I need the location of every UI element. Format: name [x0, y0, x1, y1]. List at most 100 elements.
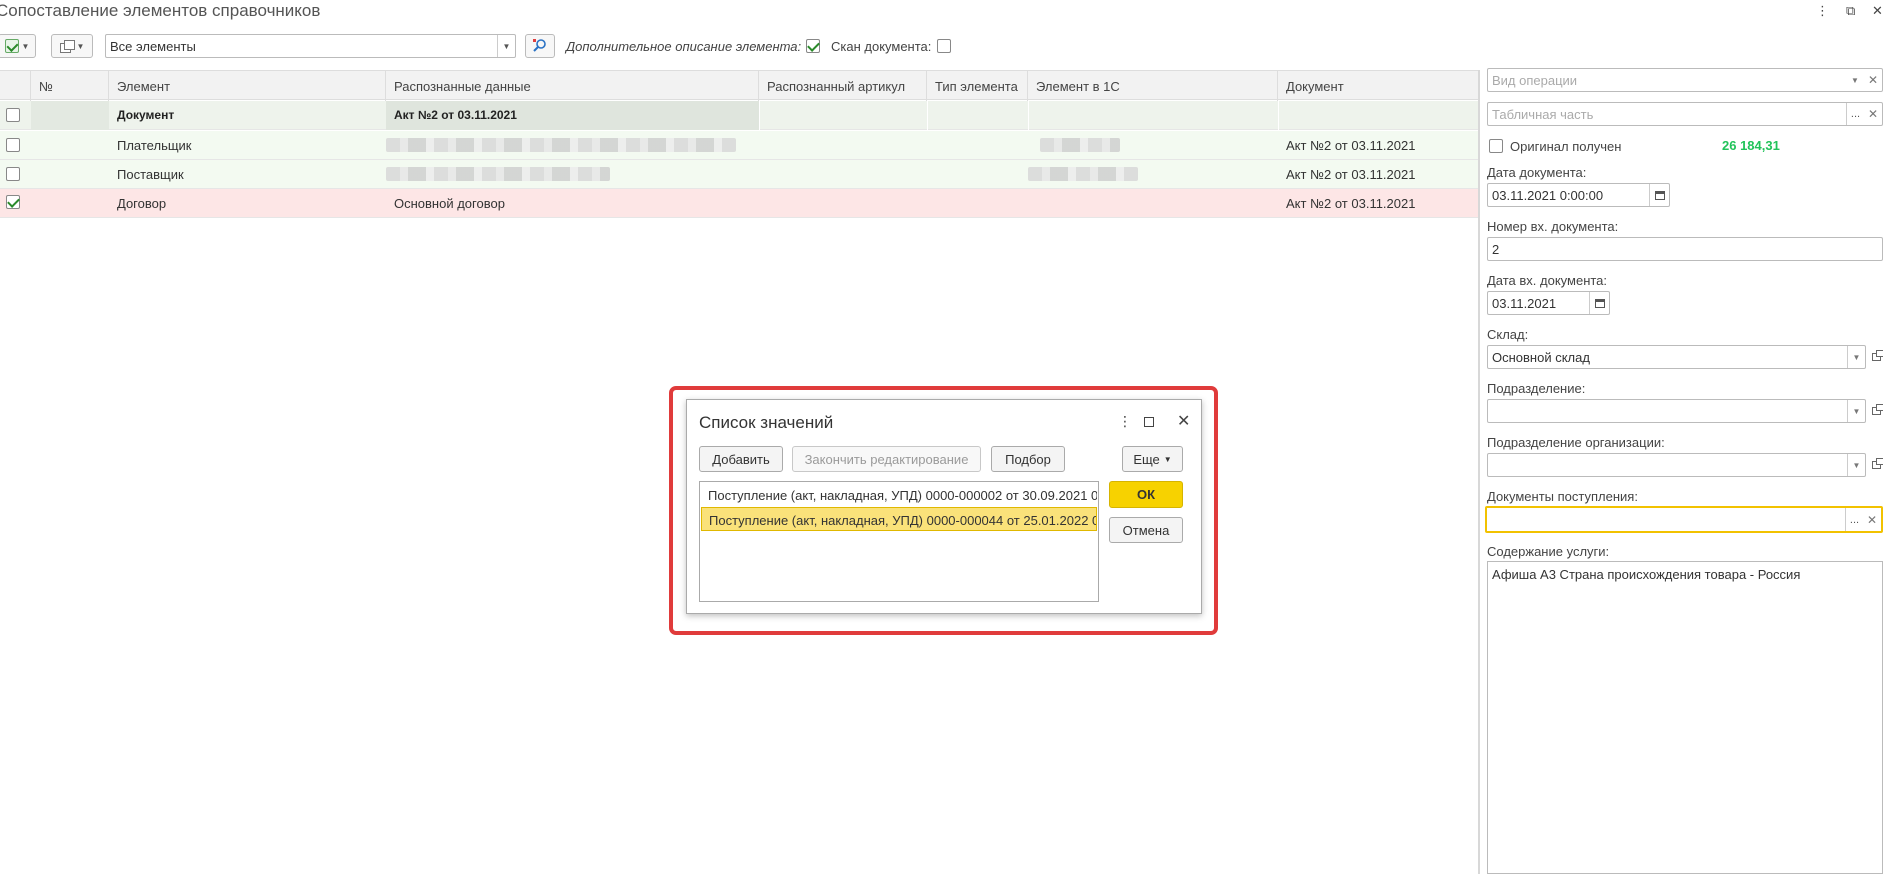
toolbar: ▼ ▼ Все элементы ▼ Дополнительное описан…	[0, 34, 1470, 60]
scan-checkbox[interactable]	[937, 39, 951, 53]
ellipsis-icon[interactable]: ...	[1845, 508, 1863, 531]
more-icon[interactable]: ⋮	[1816, 3, 1829, 19]
chevron-down-icon[interactable]: ▼	[1846, 69, 1864, 91]
check-all-button[interactable]: ▼	[0, 34, 36, 58]
operation-type-placeholder: Вид операции	[1492, 73, 1578, 88]
chevron-down-icon[interactable]: ▼	[497, 35, 515, 57]
table-row[interactable]: Плательщик Акт №2 от 03.11.2021	[0, 131, 1478, 160]
row-article	[759, 101, 927, 130]
details-panel: Вид операции ▼ ✕ Табличная часть ... ✕ О…	[1485, 68, 1883, 874]
in-date-value: 03.11.2021	[1492, 296, 1557, 311]
service-value: Афиша А3 Страна происхождения товара - Р…	[1492, 567, 1801, 582]
column-header-element[interactable]: Элемент	[109, 71, 386, 101]
calendar-icon[interactable]	[1589, 292, 1609, 314]
ok-button[interactable]: ОК	[1109, 481, 1183, 508]
open-icon[interactable]	[1869, 457, 1883, 473]
value-list[interactable]: Поступление (акт, накладная, УПД) 0000-0…	[699, 481, 1099, 602]
row-document: Акт №2 от 03.11.2021	[1286, 167, 1416, 182]
more-button-label: Еще	[1133, 451, 1160, 467]
chevron-down-icon[interactable]: ▼	[1847, 454, 1865, 476]
row-element: Поставщик	[117, 167, 184, 182]
row-recognized: Акт №2 от 03.11.2021	[386, 101, 759, 130]
list-item[interactable]: Поступление (акт, накладная, УПД) 0000-0…	[701, 483, 1097, 507]
table-part-field[interactable]: Табличная часть ... ✕	[1487, 102, 1883, 126]
chevron-down-icon[interactable]: ▼	[1847, 400, 1865, 422]
original-received-checkbox[interactable]	[1489, 139, 1503, 153]
row-document	[1278, 101, 1478, 130]
window-title: Сопоставление элементов справочников	[0, 1, 321, 20]
operation-type-field[interactable]: Вид операции ▼ ✕	[1487, 68, 1883, 92]
filter-select[interactable]: Все элементы ▼	[105, 34, 516, 58]
table-header: № Элемент Распознанные данные Распознанн…	[0, 70, 1478, 101]
row-number	[31, 101, 109, 130]
more-button[interactable]: Еще ▼	[1122, 446, 1183, 472]
chevron-down-icon[interactable]: ▼	[1847, 346, 1865, 368]
copy-icon	[59, 40, 75, 53]
in-number-label: Номер вх. документа:	[1487, 219, 1619, 234]
panel-splitter[interactable]	[1478, 70, 1480, 874]
redacted-element-1c	[1040, 138, 1120, 152]
in-date-field[interactable]: 03.11.2021	[1487, 291, 1610, 315]
close-icon[interactable]: ✕	[1177, 411, 1190, 431]
org-division-label: Подразделение организации:	[1487, 435, 1665, 450]
row-element-1c	[1028, 101, 1278, 130]
row-checkbox[interactable]	[6, 138, 20, 152]
doc-date-label: Дата документа:	[1487, 165, 1587, 180]
search-icon	[533, 39, 546, 52]
clear-icon[interactable]: ✕	[1863, 508, 1881, 531]
row-element: Плательщик	[117, 138, 192, 153]
chevron-down-icon: ▼	[76, 41, 85, 51]
close-icon[interactable]: ✕	[1872, 3, 1883, 19]
find-button[interactable]	[525, 34, 555, 58]
title-bar: Сопоставление элементов справочников ⋮ ⧉…	[0, 0, 1883, 26]
cancel-button[interactable]: Отмена	[1109, 517, 1183, 543]
warehouse-field[interactable]: Основной склад ▼	[1487, 345, 1866, 369]
more-icon[interactable]: ⋮	[1118, 413, 1132, 430]
clear-icon[interactable]: ✕	[1864, 69, 1882, 91]
table-row[interactable]: Договор Основной договор Акт №2 от 03.11…	[0, 189, 1478, 218]
org-division-field[interactable]: ▼	[1487, 453, 1866, 477]
in-number-field[interactable]: 2	[1487, 237, 1883, 261]
extra-description-label: Дополнительное описание элемента:	[566, 39, 802, 54]
scan-label: Скан документа:	[831, 39, 932, 54]
row-checkbox[interactable]	[6, 195, 20, 209]
maximize-icon[interactable]	[1144, 414, 1154, 430]
receipts-field[interactable]: ... ✕	[1485, 506, 1883, 533]
receipts-label: Документы поступления:	[1487, 489, 1638, 504]
list-item-selected[interactable]: Поступление (акт, накладная, УПД) 0000-0…	[701, 507, 1097, 531]
row-checkbox[interactable]	[6, 108, 20, 122]
open-icon[interactable]	[1869, 349, 1883, 365]
chevron-down-icon: ▼	[21, 41, 30, 51]
column-header-type[interactable]: Тип элемента	[927, 71, 1028, 101]
warehouse-label: Склад:	[1487, 327, 1529, 342]
column-header-number[interactable]: №	[31, 71, 109, 101]
doc-date-field[interactable]: 03.11.2021 0:00:00	[1487, 183, 1670, 207]
extra-description-checkbox[interactable]	[806, 39, 820, 53]
column-header-recognized[interactable]: Распознанные данные	[386, 71, 759, 101]
add-button[interactable]: Добавить	[699, 446, 783, 472]
finish-editing-button[interactable]: Закончить редактирование	[792, 446, 981, 472]
open-icon[interactable]	[1869, 403, 1883, 419]
row-checkbox[interactable]	[6, 167, 20, 181]
row-type	[927, 101, 1028, 130]
doc-date-value: 03.11.2021 0:00:00	[1492, 188, 1604, 203]
copy-button[interactable]: ▼	[51, 34, 93, 58]
filter-select-value: Все элементы	[110, 39, 196, 54]
service-textarea[interactable]: Афиша А3 Страна происхождения товара - Р…	[1487, 561, 1883, 874]
table-row[interactable]: Поставщик Акт №2 от 03.11.2021	[0, 160, 1478, 189]
table-row[interactable]: Документ Акт №2 от 03.11.2021	[0, 101, 1478, 130]
pick-button[interactable]: Подбор	[991, 446, 1065, 472]
division-field[interactable]: ▼	[1487, 399, 1866, 423]
value-list-dialog: Список значений ⋮ ✕ Добавить Закончить р…	[686, 399, 1202, 614]
original-received-label: Оригинал получен	[1510, 139, 1622, 154]
column-header-document[interactable]: Документ	[1278, 71, 1478, 101]
row-document: Акт №2 от 03.11.2021	[1286, 196, 1416, 211]
clear-icon[interactable]: ✕	[1864, 103, 1882, 125]
column-header-element-1c[interactable]: Элемент в 1С	[1028, 71, 1278, 101]
calendar-icon[interactable]	[1649, 184, 1669, 206]
column-header-check	[0, 71, 31, 101]
column-header-article[interactable]: Распознанный артикул	[759, 71, 927, 101]
restore-icon[interactable]: ⧉	[1846, 3, 1855, 19]
ellipsis-icon[interactable]: ...	[1846, 103, 1864, 125]
chevron-down-icon: ▼	[1163, 454, 1172, 464]
